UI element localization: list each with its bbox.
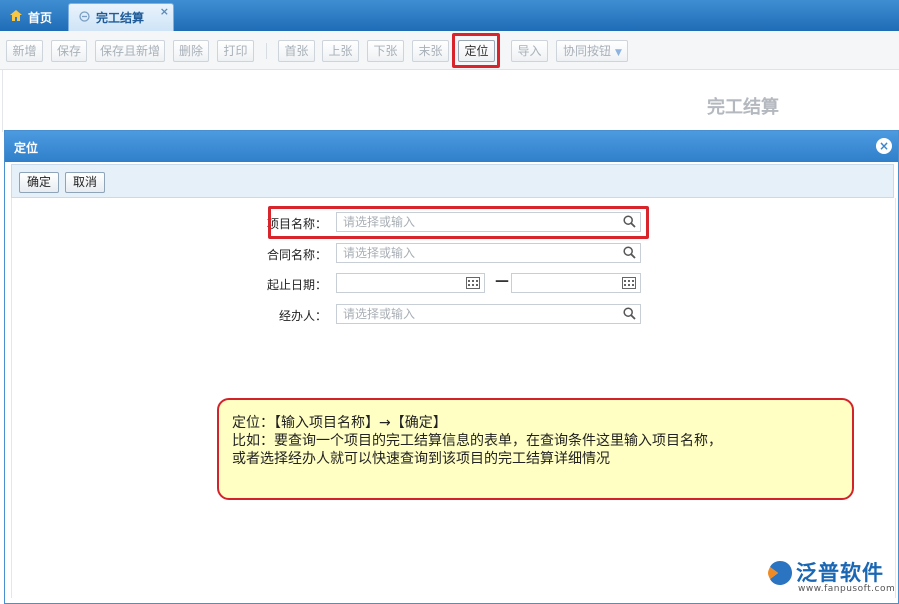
close-icon[interactable]: ×: [160, 5, 169, 18]
page-border: [2, 70, 3, 132]
date-range-separator: —: [495, 273, 509, 289]
tab-home-label: 首页: [28, 10, 53, 25]
prev-button[interactable]: 上张: [322, 40, 359, 62]
contract-name-input[interactable]: 请选择或输入: [336, 243, 641, 263]
dialog-close-icon[interactable]: ×: [876, 138, 892, 154]
confirm-button[interactable]: 确定: [19, 172, 59, 193]
search-icon[interactable]: [623, 246, 636, 259]
dialog-header: 定位 ×: [5, 131, 898, 162]
save-button[interactable]: 保存: [51, 40, 87, 62]
collab-button-label: 协同按钮: [563, 44, 612, 58]
brand-logo: 泛普软件 www.fanpusoft.com: [766, 557, 896, 597]
handler-input[interactable]: 请选择或输入: [336, 304, 641, 324]
delete-button[interactable]: 删除: [173, 40, 209, 62]
main-toolbar: 新增 保存 保存且新增 删除 打印 首张 上张 下张 末张 定位 导入 协同按钮…: [0, 31, 899, 70]
new-button[interactable]: 新增: [6, 40, 43, 62]
first-button[interactable]: 首张: [278, 40, 315, 62]
tab-home[interactable]: 首页: [0, 3, 66, 31]
logo-name: 泛普软件: [796, 561, 884, 585]
callout-line-3: 或者选择经办人就可以快速查询到该项目的完工结算详细情况: [232, 451, 610, 467]
handler-label: 经办人：: [278, 309, 327, 323]
last-button[interactable]: 末张: [412, 40, 449, 62]
end-date-input[interactable]: [511, 273, 641, 293]
handler-placeholder: 请选择或输入: [343, 307, 416, 321]
instruction-callout: 定位：【输入项目名称】→【确定】 比如：要查询一个项目的完工结算信息的表单，在查…: [217, 398, 854, 500]
print-button[interactable]: 打印: [217, 40, 254, 62]
contract-name-placeholder: 请选择或输入: [343, 246, 416, 260]
locate-dialog: 定位 × 确定 取消: [4, 130, 899, 604]
page-title: 完工结算: [707, 97, 779, 118]
import-button[interactable]: 导入: [511, 40, 548, 62]
chevron-down-icon: ▼: [615, 48, 622, 58]
logo-icon: [768, 561, 792, 585]
dialog-title: 定位: [14, 141, 39, 155]
tab-bar: 首页 完工结算 ×: [0, 0, 899, 31]
home-icon: [10, 10, 22, 24]
date-range-label: 起止日期：: [266, 278, 327, 292]
toolbar-divider: [266, 43, 267, 59]
logo-url: www.fanpusoft.com: [798, 584, 896, 594]
tab-active-label: 完工结算: [96, 11, 145, 25]
cancel-button[interactable]: 取消: [65, 172, 105, 193]
save-and-new-button[interactable]: 保存且新增: [95, 40, 165, 62]
calendar-icon[interactable]: [466, 277, 480, 289]
collab-button[interactable]: 协同按钮 ▼: [556, 40, 628, 62]
next-button[interactable]: 下张: [367, 40, 404, 62]
locate-highlight-box: [452, 33, 500, 68]
tab-completion-settlement[interactable]: 完工结算 ×: [68, 3, 174, 31]
calendar-icon[interactable]: [622, 277, 636, 289]
start-date-input[interactable]: [336, 273, 485, 293]
page-icon: [79, 10, 90, 25]
search-icon[interactable]: [623, 307, 636, 320]
callout-line-2: 比如：要查询一个项目的完工结算信息的表单，在查询条件这里输入项目名称，: [232, 433, 722, 449]
dialog-toolbar: 确定 取消: [11, 164, 894, 198]
project-name-highlight-box: [268, 206, 649, 239]
callout-line-1: 定位：【输入项目名称】→【确定】: [232, 415, 447, 431]
contract-name-label: 合同名称：: [266, 248, 327, 262]
